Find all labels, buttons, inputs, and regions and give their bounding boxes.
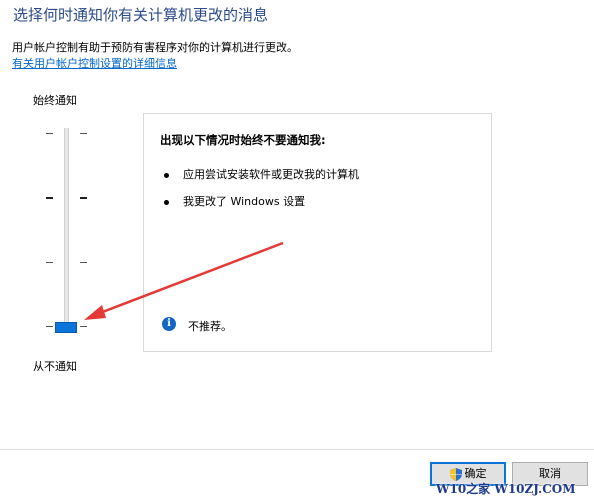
slider-top-label: 始终通知 xyxy=(33,94,77,107)
info-icon: i xyxy=(162,317,176,331)
slider-tick xyxy=(80,133,87,134)
list-item: 我更改了 Windows 设置 xyxy=(164,193,305,209)
setting-description-panel: 出现以下情况时始终不要通知我: 应用尝试安装软件或更改我的计算机 我更改了 Wi… xyxy=(143,113,492,352)
slider-tick xyxy=(80,197,87,199)
slider-tick xyxy=(80,262,87,263)
slider-thumb[interactable] xyxy=(55,322,77,333)
slider-tick xyxy=(46,262,53,263)
slider-tick xyxy=(46,197,53,199)
slider-track[interactable] xyxy=(64,128,69,333)
slider-bottom-label: 从不通知 xyxy=(33,360,77,373)
panel-heading: 出现以下情况时始终不要通知我: xyxy=(160,133,326,147)
ok-button-label: 确定 xyxy=(464,467,487,480)
bullet-icon xyxy=(164,172,169,178)
bullet-text: 应用尝试安装软件或更改我的计算机 xyxy=(183,168,359,181)
footer-divider xyxy=(0,449,594,450)
page-title: 选择何时通知你有关计算机更改的消息 xyxy=(13,6,269,24)
slider-tick xyxy=(46,133,53,134)
slider-tick xyxy=(80,326,87,327)
recommendation-note: 不推荐。 xyxy=(188,320,232,333)
watermark-text: W10之家 W10ZJ.COM xyxy=(436,482,576,496)
bullet-text: 我更改了 Windows 设置 xyxy=(183,195,306,208)
list-item: 应用尝试安装软件或更改我的计算机 xyxy=(164,166,359,182)
description-text: 用户帐户控制有助于预防有害程序对你的计算机进行更改。 xyxy=(12,41,298,54)
uac-details-link[interactable]: 有关用户帐户控制设置的详细信息 xyxy=(12,55,177,71)
bullet-icon xyxy=(164,199,169,205)
notification-level-slider[interactable] xyxy=(40,125,92,335)
uac-shield-icon xyxy=(449,467,462,481)
slider-tick xyxy=(46,326,53,327)
